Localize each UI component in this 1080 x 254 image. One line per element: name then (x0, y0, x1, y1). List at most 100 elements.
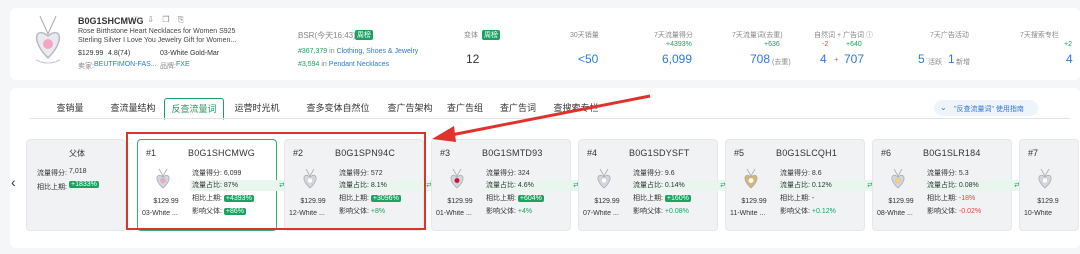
parent-compare-badge: +1833% (69, 181, 99, 188)
parent-score-value: 7,018 (69, 168, 87, 175)
score-value: 9.6 (664, 170, 675, 177)
parent-score-label: 流量得分: (37, 170, 67, 177)
compare-value: +160% (664, 195, 691, 202)
metric-search-label: 7天搜索专栏 (1020, 32, 1059, 39)
variant-card[interactable]: #5 B0G1SLCQH1 $129.99 11-White ... 流量得分: 8.6… (725, 139, 876, 231)
variant-thumbnail[interactable] (740, 168, 762, 190)
variant-name: 01-White ... (436, 210, 472, 217)
metric-search-value[interactable]: 4 (1066, 52, 1073, 66)
variant-card[interactable]: #3 B0G1SMTD93 $129.99 01-White ... 流量得分: 324… (431, 139, 582, 231)
score-value: 8.6 (811, 170, 822, 177)
variant-card[interactable]: #4 B0G1SDYSFT $129.99 07-White ... 流量得分: 9.6… (578, 139, 729, 231)
impact-value: -0.02% (958, 208, 982, 215)
usage-guide-link[interactable]: ⌄ "反查流量词" 使用指南 (934, 100, 1038, 116)
metric-variants-badge: 周榜 (482, 30, 500, 40)
compare-value: +604% (517, 195, 544, 202)
bsr-rank-2: #3,594 (298, 61, 320, 68)
parent-compare-label: 相比上期: (37, 184, 67, 191)
double-chevron-down-icon: ⌄ (940, 103, 947, 112)
seller-label: 卖家: (78, 63, 94, 70)
score-label: 流量得分: (927, 170, 957, 177)
variant-index: #4 (587, 148, 598, 158)
score-value: 5.3 (958, 170, 969, 177)
score-label: 流量得分: (780, 170, 810, 177)
bsr-category-2[interactable]: Pendant Necklaces (329, 61, 389, 68)
variant-thumbnail[interactable] (887, 168, 909, 190)
compare-label: 相比上期: (486, 195, 516, 202)
product-rating: 4.8(74) (108, 50, 131, 57)
metric-variants-value[interactable]: 12 (466, 52, 479, 66)
impact-row: 影响父体: +4% (484, 206, 582, 217)
variant-index: #5 (734, 148, 745, 158)
impact-row: 影响父体: -0.02% (925, 206, 1023, 217)
share-label: 流量占比: (927, 182, 957, 189)
impact-label: 影响父体: (486, 208, 516, 215)
product-title-line2[interactable]: Sterling Silver I Love You Jewelry Gift … (78, 37, 236, 44)
score-row: 流量得分: 8.6 (778, 168, 876, 179)
share-row: 流量占比: 0.12% ⇄ (778, 180, 876, 191)
product-title-line1[interactable]: Rose Birthstone Heart Necklaces for Wome… (78, 28, 235, 35)
variant-price: $129.99 (447, 198, 473, 205)
product-image[interactable] (26, 14, 70, 68)
metric-campaign-new-value[interactable]: 1 (948, 52, 955, 66)
variant-price: $129.99 (888, 198, 914, 205)
metric-campaign-active-value[interactable]: 5 (918, 52, 925, 66)
metric-campaign-active-sub: 活跃 (928, 59, 942, 66)
compare-row: 相比上期: -18% (925, 193, 1023, 204)
score-row: 流量得分: 9.6 (631, 168, 729, 179)
bsr-rank-1: #367,379 (298, 48, 328, 55)
metric-sales-value[interactable]: <50 (578, 52, 598, 66)
compare-label: 相比上期: (780, 195, 810, 202)
product-summary-card: B0G1SHCMWG ♡ ⇩ ❐ ⎘ Rose Birthstone Heart… (10, 8, 1080, 80)
variant-asin[interactable]: B0G1SDYSFT (629, 148, 690, 158)
metric-keywords-value[interactable]: 708 (750, 52, 770, 66)
metric-organic-value[interactable]: 4 (820, 52, 827, 66)
impact-label: 影响父体: (927, 208, 957, 215)
tab-variant-organic[interactable]: 查多变体自然位 (298, 98, 378, 118)
tab-time-machine[interactable]: 运营时光机 (226, 98, 288, 118)
metric-keywords-label: 7天流量词(去重) (732, 32, 783, 39)
variant-asin[interactable]: B0G1SLCQH1 (776, 148, 837, 158)
parent-card[interactable]: 父体 流量得分: 7,018 相比上期: +1833% (26, 139, 126, 231)
variant-asin[interactable]: B0G1SMTD93 (482, 148, 543, 158)
metric-score-value[interactable]: 6,099 (662, 52, 692, 66)
score-value: 324 (517, 170, 530, 177)
impact-label: 影响父体: (633, 208, 663, 215)
metric-variants-label: 变体 (464, 32, 478, 39)
bsr-category-1[interactable]: Clothing, Shoes & Jewelry (337, 48, 419, 55)
share-value: 0.08% (958, 182, 979, 189)
impact-value: +4% (517, 208, 533, 215)
tab-traffic-structure[interactable]: 查流量结构 (104, 98, 162, 118)
impact-row: 影响父体: +0.08% (631, 206, 729, 217)
variant-thumbnail[interactable] (1034, 168, 1056, 190)
variant-thumbnail[interactable] (593, 168, 615, 190)
bsr-in-2: in (321, 61, 327, 68)
product-action-icons[interactable]: ♡ ⇩ ❐ ⎘ (132, 15, 187, 25)
plus-sign: + (834, 55, 839, 64)
variant-asin[interactable]: B0G1SLR184 (923, 148, 981, 158)
chevron-left-icon[interactable]: ‹ (11, 174, 16, 190)
variant-card[interactable]: #7 $129.9 10-White (1019, 139, 1079, 231)
share-label: 流量占比: (486, 182, 516, 189)
share-row: 流量占比: 0.08% ⇄ (925, 180, 1023, 191)
compare-value: -18% (958, 195, 976, 202)
tab-sales[interactable]: 查销量 (44, 98, 96, 118)
variant-price: $129.9 (1037, 198, 1059, 205)
compare-label: 相比上期: (633, 195, 663, 202)
variant-price: $129.99 (594, 198, 620, 205)
metric-keywords-delta: +636 (764, 41, 780, 48)
variant-thumbnail[interactable] (446, 168, 468, 190)
brand-link[interactable]: FXE (176, 61, 190, 68)
variant-card[interactable]: #6 B0G1SLR184 $129.99 08-White ... 流量得分: 5.3… (872, 139, 1023, 231)
variant-index: #7 (1028, 148, 1039, 158)
seller-link[interactable]: BEUTFIMON-FAS... (94, 61, 157, 68)
metric-ad-value[interactable]: 707 (844, 52, 864, 66)
share-row: 流量占比: 0.14% ⇄ (631, 180, 729, 191)
tab-reverse-keywords[interactable]: 反查流量词 (164, 98, 224, 120)
parent-title: 父体 (69, 149, 85, 158)
score-label: 流量得分: (633, 170, 663, 177)
score-row: 流量得分: 324 (484, 168, 582, 179)
metric-campaign-new-sub: 新增 (956, 59, 970, 66)
share-row: 流量占比: 4.6% ⇄ (484, 180, 582, 191)
product-variant: 03-White Gold-Mar (160, 50, 220, 57)
